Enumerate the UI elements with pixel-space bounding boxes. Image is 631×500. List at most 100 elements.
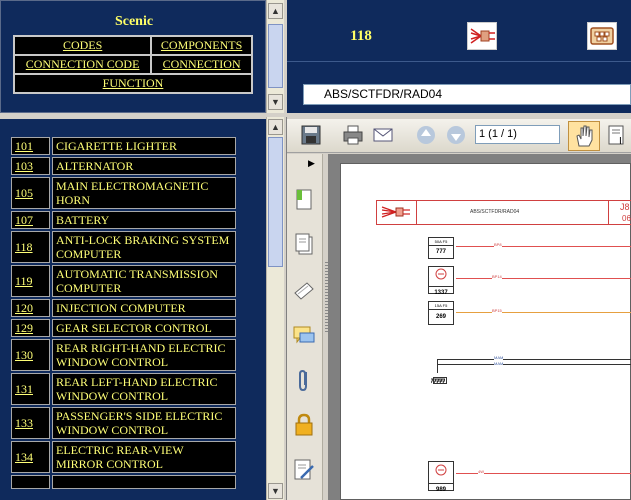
component-code-link[interactable]: 119	[11, 265, 50, 297]
wire-label: BP15	[492, 308, 502, 313]
wire-label: 4W	[478, 469, 484, 474]
menu-function-link[interactable]: FUNCTION	[13, 73, 253, 94]
security-lock-icon[interactable]	[289, 411, 319, 439]
scroll-up-arrow-icon[interactable]: ▲	[268, 3, 283, 19]
ground-wire-label: MAM	[494, 361, 504, 366]
select-text-icon[interactable]: I	[606, 124, 628, 147]
component-code-link[interactable]: 107	[11, 211, 50, 229]
list-item[interactable]: 133 PASSENGER'S SIDE ELECTRIC WINDOW CONT…	[11, 407, 236, 439]
list-item[interactable]: 107 BATTERY	[11, 211, 236, 229]
comments-icon[interactable]	[289, 322, 319, 350]
top-left-frame: Scenic CODES COMPONENTS CONNECTION CODE …	[0, 0, 266, 113]
component-name: ELECTRIC REAR-VIEW MIRROR CONTROL	[52, 441, 236, 473]
diagram-title: ABS/SCTFDR/RAD04	[470, 209, 520, 215]
component-name: ALTERNATOR	[52, 157, 236, 175]
menu-components-link[interactable]: COMPONENTS	[150, 35, 253, 56]
wire-label: BP14	[492, 274, 502, 279]
component-code-link[interactable]: 120	[11, 299, 50, 317]
list-item[interactable]: 118 ANTI-LOCK BRAKING SYSTEM COMPUTER	[11, 231, 236, 263]
component-name: REAR RIGHT-HAND ELECTRIC WINDOW CONTROL	[52, 339, 236, 371]
fuse-connector[interactable]: 50A F5 777	[428, 237, 454, 259]
hand-tool-icon[interactable]	[568, 121, 600, 151]
component-name: PASSENGER'S SIDE ELECTRIC WINDOW CONTROL	[52, 407, 236, 439]
component-code-link[interactable]: 101	[11, 137, 50, 155]
list-item[interactable]: 119 AUTOMATIC TRANSMISSION COMPUTER	[11, 265, 236, 297]
list-item[interactable]: 120 INJECTION COMPUTER	[11, 299, 236, 317]
component-code-link[interactable]: 130	[11, 339, 50, 371]
save-icon[interactable]	[300, 124, 322, 146]
forms-edit-icon[interactable]	[289, 456, 319, 484]
menu-codes-link[interactable]: CODES	[12, 35, 153, 56]
scroll-thumb[interactable]	[268, 24, 283, 88]
diagram-ref-top: J8	[620, 202, 630, 212]
top-right-frame: 118 ABS/SCTFDR/RAD04	[287, 0, 631, 113]
signatures-icon[interactable]	[289, 277, 319, 305]
component-code-link[interactable]: 131	[11, 373, 50, 405]
menu-connection-link[interactable]: CONNECTION	[150, 54, 253, 75]
diagram-header-divider	[608, 200, 609, 225]
list-item[interactable]: 131 REAR LEFT-HAND ELECTRIC WINDOW CONTRO…	[11, 373, 236, 405]
component-code-link[interactable]: 103	[11, 157, 50, 175]
page-number-field[interactable]: 1 (1 / 1)	[475, 125, 560, 144]
fuse-label: 15A F5	[429, 302, 453, 310]
component-number: 118	[350, 28, 372, 44]
svg-text:I: I	[619, 136, 622, 146]
wire-line	[456, 246, 631, 247]
scroll-up-arrow-icon[interactable]: ▲	[268, 119, 283, 135]
email-icon[interactable]	[372, 124, 394, 146]
relay-symbol-icon	[435, 464, 447, 476]
scroll-down-arrow-icon[interactable]: ▼	[268, 94, 283, 110]
wire-line	[456, 278, 631, 279]
top-left-scrollbar[interactable]: ▲ ▼	[266, 0, 284, 113]
ground-label: MAM	[433, 377, 447, 384]
diagram-wiring-icon	[380, 203, 412, 222]
component-wiring-icon[interactable]	[467, 22, 497, 50]
connector-icon[interactable]	[587, 22, 617, 50]
print-icon[interactable]	[342, 124, 364, 146]
attachments-icon[interactable]	[289, 366, 319, 394]
path-field[interactable]: ABS/SCTFDR/RAD04	[303, 84, 631, 105]
fuse-label: 50A F5	[429, 238, 453, 246]
connector-code: 989	[429, 483, 453, 496]
list-item[interactable]: 105 MAIN ELECTROMAGNETIC HORN	[11, 177, 236, 209]
diagram-ref-bottom: 06	[622, 214, 631, 223]
component-code-link[interactable]: 118	[11, 231, 50, 263]
component-list: 101 CIGARETTE LIGHTER 103 ALTERNATOR 105 MA…	[9, 135, 238, 491]
component-code-link[interactable]: 133	[11, 407, 50, 439]
component-name: MAIN ELECTROMAGNETIC HORN	[52, 177, 236, 209]
wire-line	[456, 312, 631, 313]
list-item[interactable]: 130 REAR RIGHT-HAND ELECTRIC WINDOW CONTR…	[11, 339, 236, 371]
nav-pane-toggle-icon[interactable]: ▶	[308, 158, 315, 169]
fuse-connector[interactable]: 15A F5 269	[428, 301, 454, 325]
ground-wire	[437, 364, 631, 365]
next-page-icon[interactable]	[445, 124, 467, 146]
scroll-down-arrow-icon[interactable]: ▼	[268, 483, 283, 499]
component-list-frame: 101 CIGARETTE LIGHTER 103 ALTERNATOR 105 MA…	[0, 117, 266, 500]
component-list-scrollbar[interactable]: ▲ ▼	[266, 117, 284, 500]
component-code-link[interactable]: 105	[11, 177, 50, 209]
component-name: ANTI-LOCK BRAKING SYSTEM COMPUTER	[52, 231, 236, 263]
list-item[interactable]	[11, 475, 236, 489]
connector-code: 269	[435, 314, 446, 320]
list-item[interactable]: 129 GEAR SELECTOR CONTROL	[11, 319, 236, 337]
menu-connection-code-link[interactable]: CONNECTION CODE	[12, 54, 153, 75]
pages-icon[interactable]	[289, 231, 319, 259]
bookmarks-icon[interactable]	[289, 186, 319, 214]
previous-page-icon[interactable]	[415, 124, 437, 146]
component-code-link[interactable]: 134	[11, 441, 50, 473]
relay-symbol-icon	[435, 268, 447, 280]
main-menu: CODES COMPONENTS CONNECTION CODE CONNECT…	[12, 35, 253, 94]
list-item[interactable]: 134 ELECTRIC REAR-VIEW MIRROR CONTROL	[11, 441, 236, 473]
list-item[interactable]: 103 ALTERNATOR	[11, 157, 236, 175]
wire-label: BP8	[494, 242, 502, 247]
ground-wire	[437, 359, 631, 360]
connector-code: 1337	[429, 286, 453, 299]
relay-connector[interactable]: 989	[428, 461, 454, 493]
divider-line	[287, 61, 631, 62]
list-item[interactable]: 101 CIGARETTE LIGHTER	[11, 137, 236, 155]
relay-connector[interactable]: 1337	[428, 266, 454, 296]
component-code-link[interactable]: 129	[11, 319, 50, 337]
component-name: BATTERY	[52, 211, 236, 229]
component-name: AUTOMATIC TRANSMISSION COMPUTER	[52, 265, 236, 297]
scroll-thumb[interactable]	[268, 137, 283, 267]
